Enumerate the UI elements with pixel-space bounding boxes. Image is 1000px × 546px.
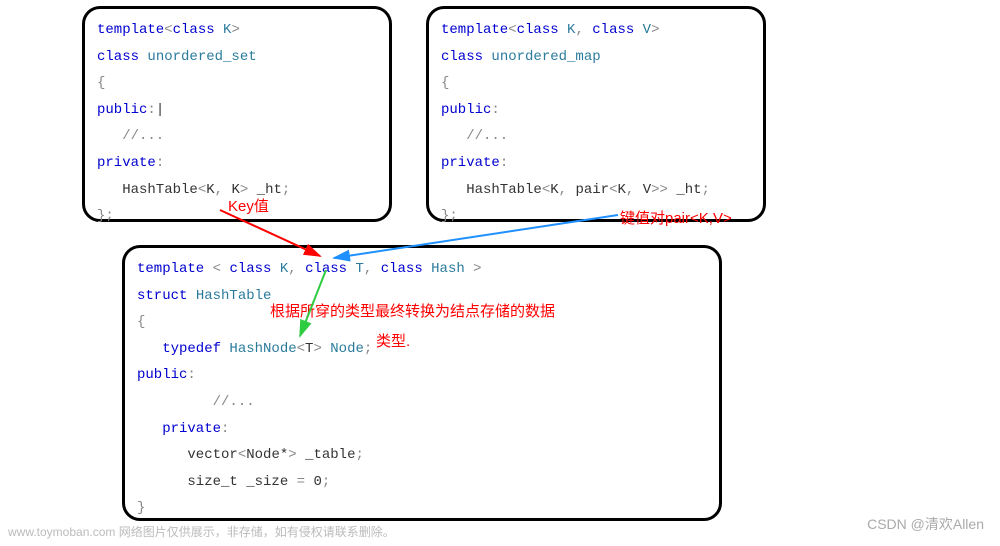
code-box-hashtable: template < class K, class T, class Hash …	[122, 245, 722, 521]
code-box-unordered-set: template<class K> class unordered_set { …	[82, 6, 392, 222]
annotation-pair-label: 键值对pair<K,V>	[620, 207, 732, 228]
code-box-unordered-map: template<class K, class V> class unorder…	[426, 6, 766, 222]
annotation-type-label: 类型.	[376, 330, 410, 351]
annotation-key-label: Key值	[228, 195, 269, 216]
watermark-left: www.toymoban.com 网络图片仅供展示，非存储，如有侵权请联系删除。	[8, 523, 395, 540]
watermark-right: CSDN @清欢Allen	[867, 514, 984, 534]
annotation-note: 根据所穿的类型最终转换为结点存储的数据	[270, 300, 555, 321]
